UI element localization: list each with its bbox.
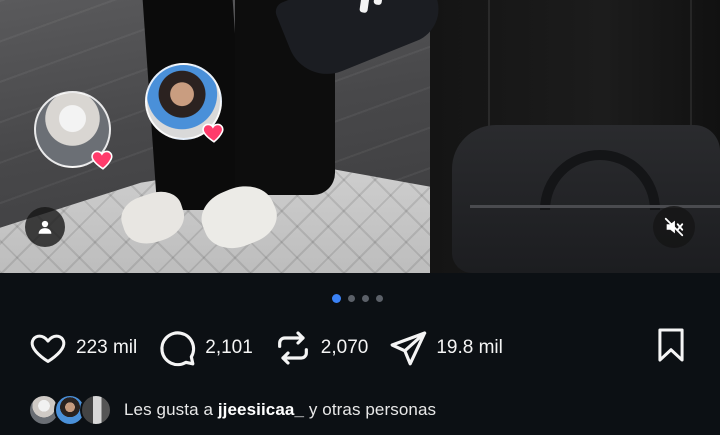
likes-prefix: Les gusta a — [124, 400, 218, 419]
likes-summary[interactable]: Les gusta a jjeesiicaa_ y otras personas — [28, 390, 436, 430]
carousel-dot-active — [332, 294, 341, 303]
heart-icon — [30, 334, 66, 363]
comment-button[interactable]: 2,101 — [157, 328, 253, 368]
likes-suffix[interactable]: y otras personas — [304, 400, 436, 419]
avatar — [80, 394, 112, 426]
like-button[interactable]: 223 mil — [28, 329, 137, 367]
liker-avatars — [28, 392, 114, 428]
mute-toggle-button[interactable] — [653, 206, 695, 248]
person-icon — [38, 220, 52, 234]
sneaker-stripe — [359, 0, 372, 14]
comment-icon — [160, 331, 196, 367]
bookmark-icon — [658, 328, 684, 362]
carousel-dot — [348, 295, 355, 302]
muted-speaker-icon — [664, 217, 684, 237]
tagged-people-button[interactable] — [25, 207, 65, 247]
heart-badge-icon — [202, 123, 224, 143]
carousel-indicator — [332, 294, 383, 303]
carousel-dot — [376, 295, 383, 302]
share-count[interactable]: 19.8 mil — [436, 337, 503, 359]
repost-count[interactable]: 2,070 — [321, 337, 369, 359]
save-button[interactable] — [652, 325, 690, 370]
liker-username[interactable]: jjeesiicaa_ — [218, 400, 304, 419]
comment-count[interactable]: 2,101 — [205, 337, 253, 359]
like-count[interactable]: 223 mil — [76, 337, 137, 359]
post-action-bar: 223 mil 2,101 2,070 19.8 mil — [28, 323, 523, 373]
carousel-dot — [362, 295, 369, 302]
post-media[interactable] — [0, 0, 720, 273]
likes-text: Les gusta a jjeesiicaa_ y otras personas — [124, 400, 436, 420]
share-icon — [390, 331, 427, 366]
repost-button[interactable]: 2,070 — [273, 328, 369, 368]
repost-icon — [277, 331, 308, 365]
heart-badge-icon — [91, 150, 113, 170]
sneaker-stripe — [373, 0, 387, 6]
share-button[interactable]: 19.8 mil — [388, 328, 503, 368]
